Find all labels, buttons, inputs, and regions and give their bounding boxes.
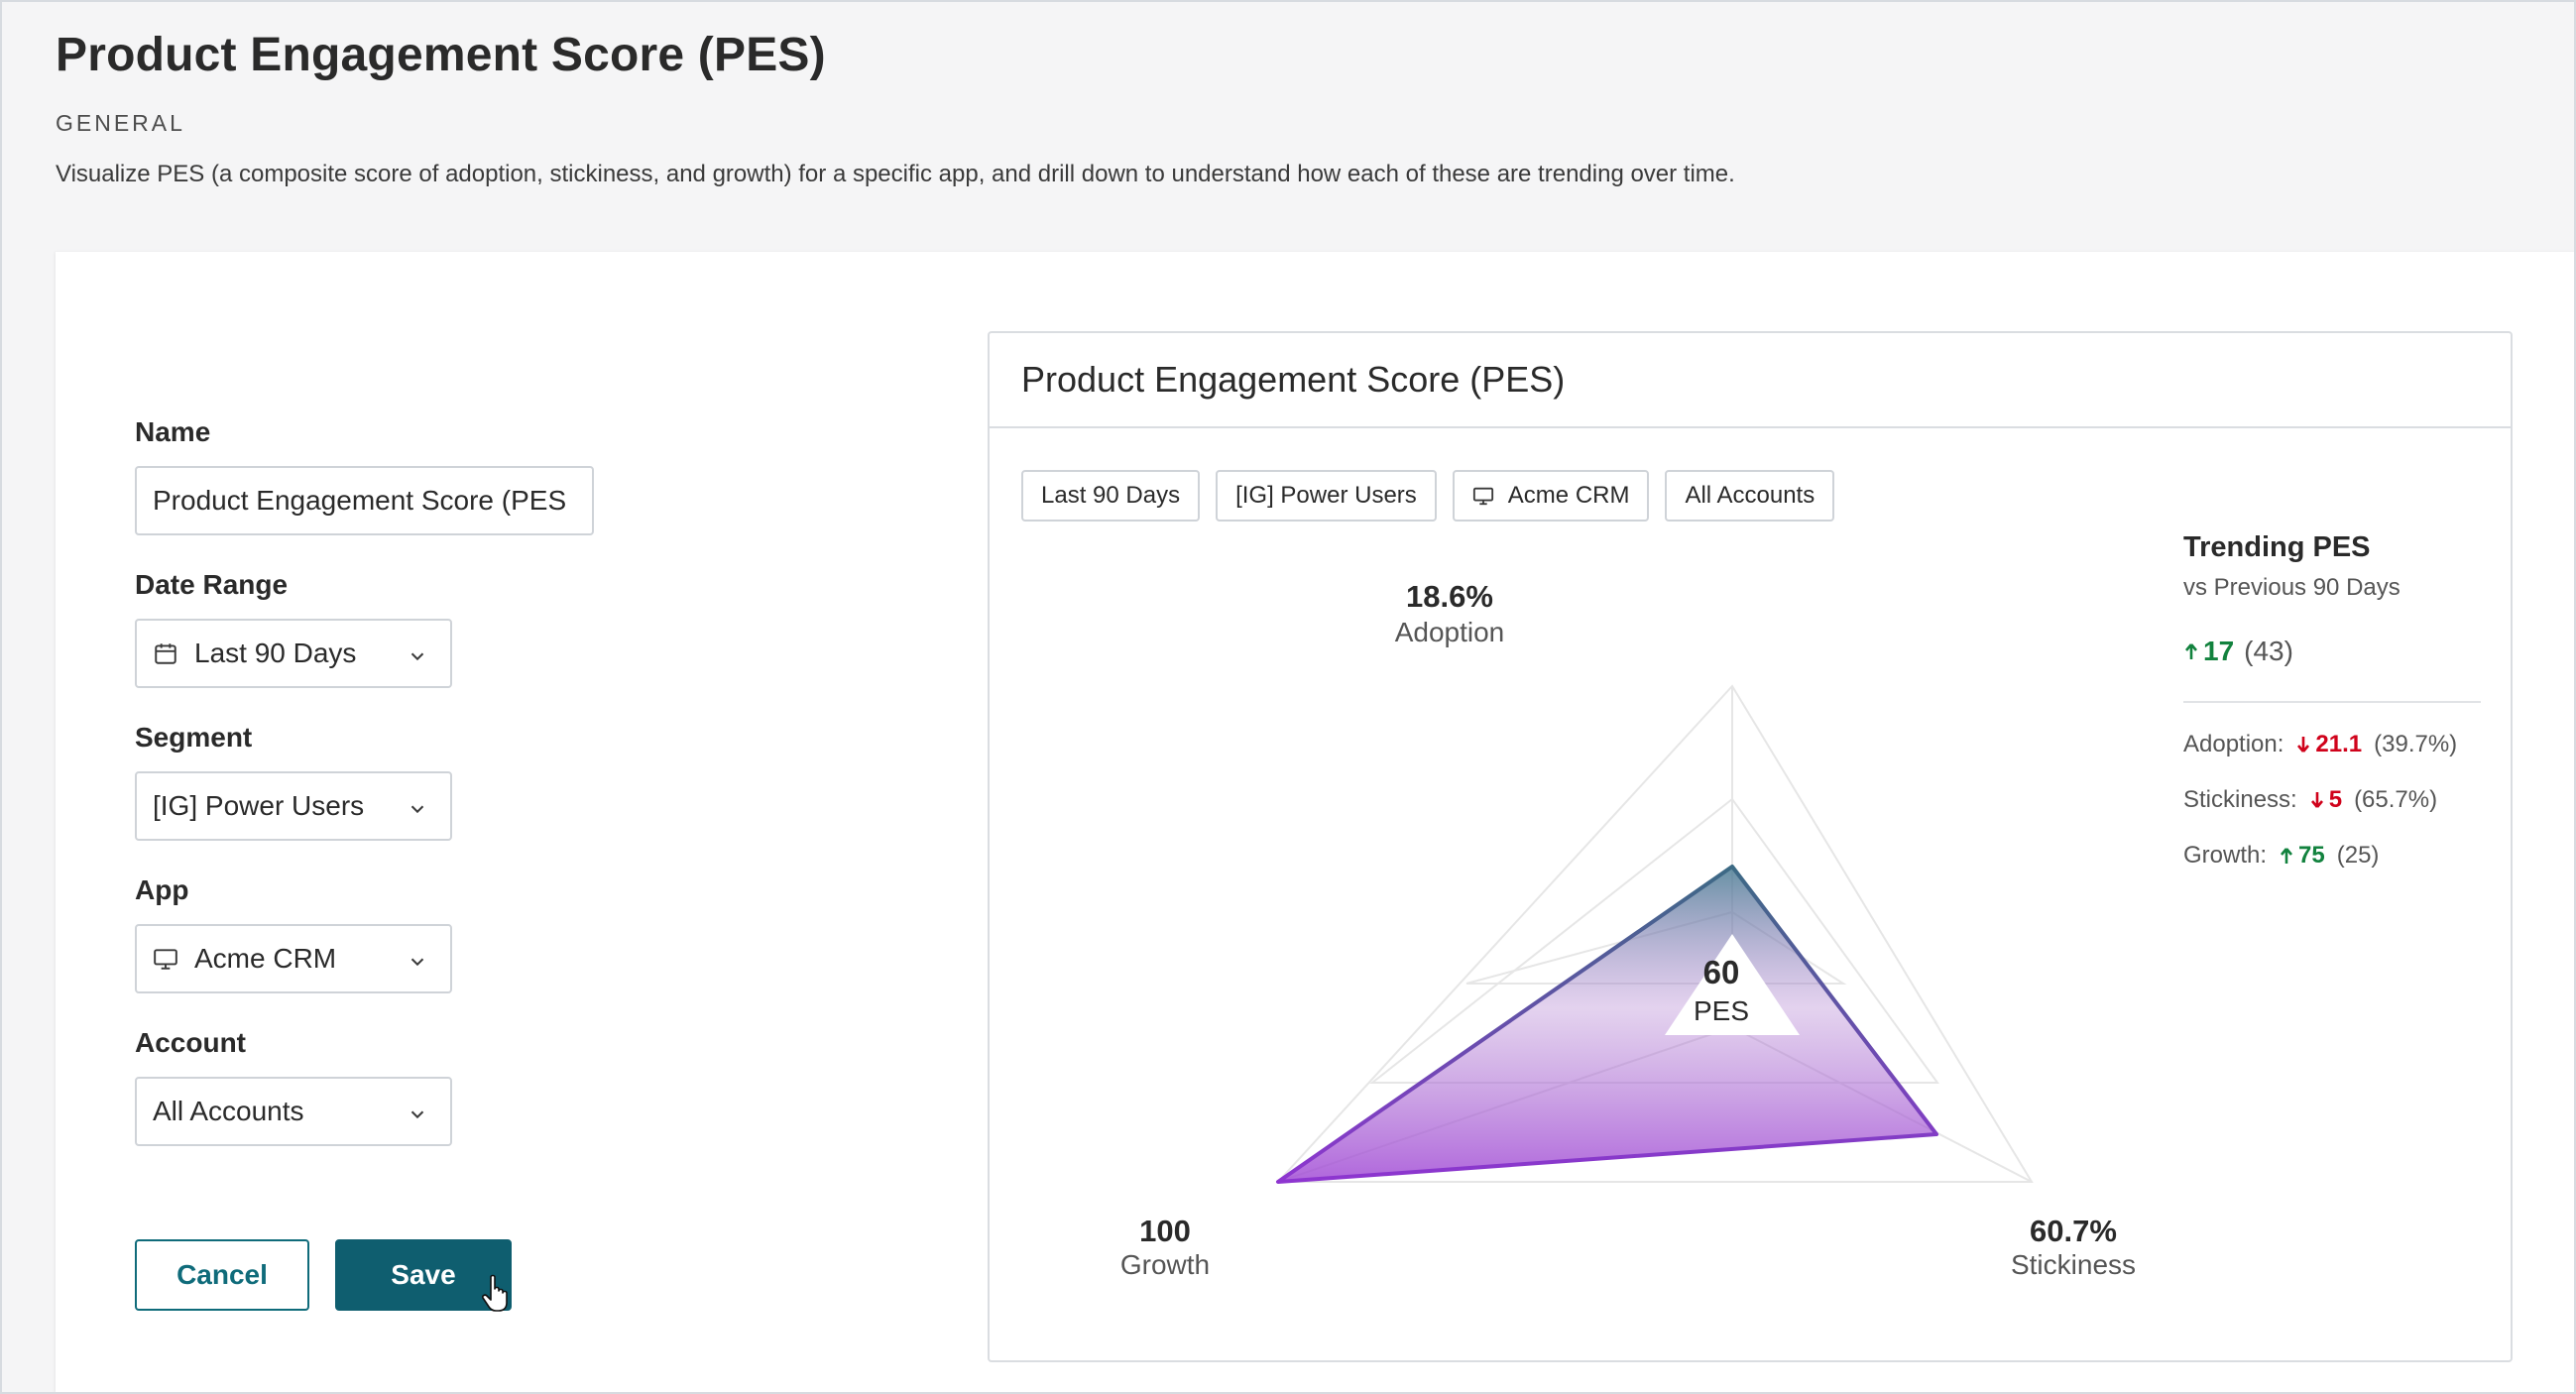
adoption-trend-label: Adoption: <box>2183 731 2284 757</box>
chevron-down-icon <box>407 795 428 817</box>
stickiness-previous: (65.7%) <box>2354 786 2438 813</box>
chevron-down-icon <box>407 642 428 664</box>
growth-previous: (25) <box>2336 842 2380 869</box>
cancel-button[interactable]: Cancel <box>135 1239 309 1311</box>
page-description: Visualize PES (a composite score of adop… <box>56 161 1735 187</box>
app-label: App <box>135 874 189 905</box>
segment-label: Segment <box>135 722 253 753</box>
segment-select[interactable]: [IG] Power Users <box>135 771 452 841</box>
growth-value: 100 <box>1139 1214 1191 1248</box>
stickiness-label: Stickiness <box>2010 1249 2137 1280</box>
date-range-field: Date Range Last 90 Days <box>135 569 594 688</box>
widget-config-card: Name Date Range Last 90 Days Segment <box>56 252 2576 1394</box>
pes-delta-value: 17 <box>2203 636 2235 666</box>
arrow-down-icon <box>2310 792 2323 808</box>
form-actions: Cancel Save <box>135 1239 512 1313</box>
growth-label: Growth <box>1119 1249 1211 1280</box>
trending-pes-change: 17 (43) <box>2183 636 2481 667</box>
date-range-select[interactable]: Last 90 Days <box>135 619 452 688</box>
app-select[interactable]: Acme CRM <box>135 924 452 993</box>
preview-panel: Product Engagement Score (PES) Last 90 D… <box>988 331 2513 1362</box>
widget-form: Name Date Range Last 90 Days Segment <box>135 416 594 1180</box>
trending-subtitle: vs Previous 90 Days <box>2183 574 2400 601</box>
account-field: Account All Accounts <box>135 1027 594 1146</box>
trending-pes: Trending PES vs Previous 90 Days 17 (43)… <box>2183 531 2481 870</box>
stickiness-delta-value: 5 <box>2328 786 2343 813</box>
radar-data-area <box>1276 865 1938 1184</box>
calendar-icon <box>153 640 178 666</box>
trending-title: Trending PES <box>2183 531 2371 563</box>
account-label: Account <box>135 1027 246 1058</box>
chevron-down-icon <box>407 1101 428 1122</box>
monitor-icon <box>153 946 178 972</box>
adoption-delta-value: 21.1 <box>2315 731 2363 757</box>
adoption-value: 18.6% <box>1406 579 1493 614</box>
pes-value: 60 <box>1702 954 1740 990</box>
trending-divider <box>2183 701 2481 703</box>
name-field: Name <box>135 416 594 535</box>
account-select[interactable]: All Accounts <box>135 1077 452 1146</box>
segment-field: Segment [IG] Power Users <box>135 722 594 841</box>
name-label: Name <box>135 416 211 447</box>
arrow-down-icon <box>2297 737 2310 753</box>
stickiness-trend: Stickiness: 5 (65.7%) <box>2183 786 2481 814</box>
growth-trend-delta: 75 <box>2279 842 2325 870</box>
page-category: GENERAL <box>56 110 185 136</box>
growth-delta-value: 75 <box>2298 842 2325 869</box>
pes-previous: (43) <box>2244 636 2293 666</box>
stickiness-trend-delta: 5 <box>2309 786 2342 814</box>
adoption-previous: (39.7%) <box>2374 731 2458 757</box>
save-button[interactable]: Save <box>335 1239 512 1313</box>
app-value: Acme CRM <box>194 943 337 974</box>
adoption-trend: Adoption: 21.1 (39.7%) <box>2183 731 2481 758</box>
adoption-trend-delta: 21.1 <box>2295 731 2362 758</box>
pes-label: PES <box>1693 995 1750 1026</box>
stickiness-value: 60.7% <box>2030 1214 2117 1248</box>
date-range-label: Date Range <box>135 569 289 600</box>
date-range-value: Last 90 Days <box>194 638 357 668</box>
stickiness-trend-label: Stickiness: <box>2183 786 2297 813</box>
page-title: Product Engagement Score (PES) <box>56 29 826 81</box>
hand-cursor-icon <box>482 1273 512 1313</box>
arrow-up-icon <box>2185 643 2197 659</box>
chevron-down-icon <box>407 948 428 970</box>
segment-value: [IG] Power Users <box>153 790 365 821</box>
save-label: Save <box>391 1259 456 1290</box>
growth-trend: Growth: 75 (25) <box>2183 842 2481 870</box>
account-value: All Accounts <box>153 1096 304 1126</box>
arrow-up-icon <box>2281 848 2293 864</box>
name-input[interactable] <box>135 466 594 535</box>
app-field: App Acme CRM <box>135 874 594 993</box>
pes-delta: 17 <box>2183 636 2234 667</box>
growth-trend-label: Growth: <box>2183 842 2268 869</box>
page-header: Product Engagement Score (PES) GENERAL V… <box>56 28 2520 188</box>
adoption-label: Adoption <box>1394 617 1505 647</box>
